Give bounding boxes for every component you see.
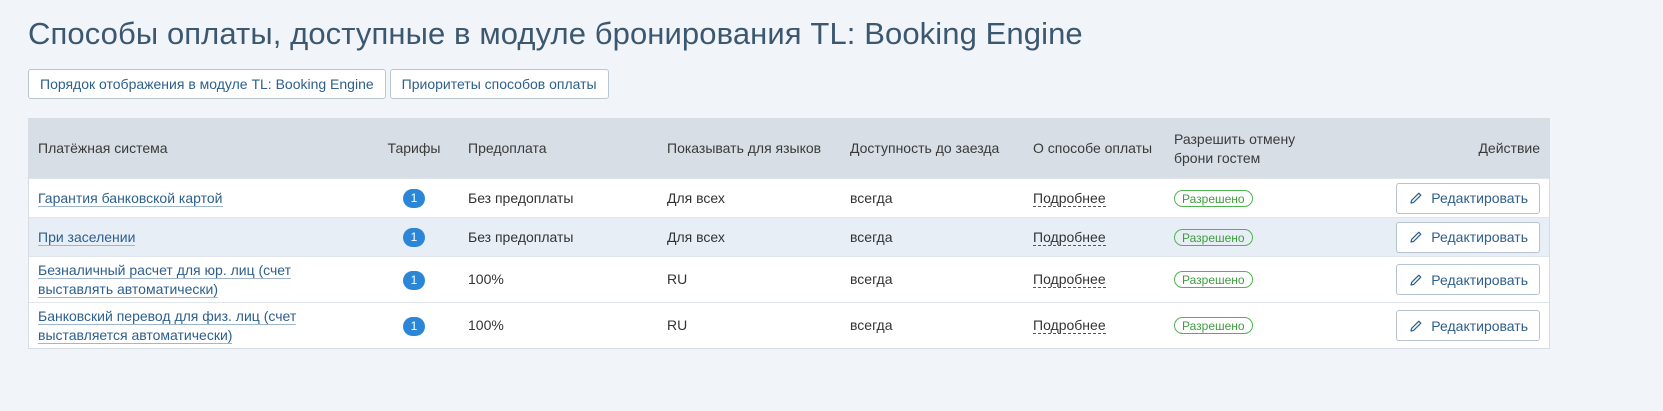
cell-availability: всегда <box>841 217 1024 257</box>
details-link[interactable]: Подробнее <box>1033 189 1106 207</box>
cell-tariffs: 1 <box>369 217 459 257</box>
cell-availability: всегда <box>841 256 1024 303</box>
header-availability: Доступность до заезда <box>841 119 1024 179</box>
pencil-icon <box>1409 273 1423 287</box>
table-header-row: Платёжная система Тарифы Предоплата Пока… <box>29 119 1549 179</box>
cell-about: Подробнее <box>1024 217 1165 257</box>
cell-prepayment: Без предоплаты <box>459 178 658 218</box>
details-link[interactable]: Подробнее <box>1033 271 1106 288</box>
details-link[interactable]: Подробнее <box>1033 228 1106 246</box>
page-title: Способы оплаты, доступные в модуле брони… <box>28 16 1083 51</box>
tab-display-order[interactable]: Порядок отображения в модуле TL: Booking… <box>28 69 386 99</box>
cell-cancel: Разрешено <box>1165 178 1325 218</box>
cell-cancel: Разрешено <box>1165 256 1325 303</box>
tariff-count-badge[interactable]: 1 <box>403 189 425 208</box>
tariff-count-badge[interactable]: 1 <box>403 228 425 247</box>
status-badge: Разрешено <box>1174 228 1253 246</box>
cell-action: Редактировать <box>1325 256 1549 303</box>
edit-button[interactable]: Редактировать <box>1396 310 1540 341</box>
status-badge: Разрешено <box>1174 271 1253 288</box>
status-badge: Разрешено <box>1174 317 1253 334</box>
tariff-count-badge[interactable]: 1 <box>403 316 425 336</box>
cell-action: Редактировать <box>1325 217 1549 257</box>
cell-availability: всегда <box>841 302 1024 348</box>
tab-payment-priorities[interactable]: Приоритеты способов оплаты <box>389 69 609 99</box>
edit-button-label: Редактировать <box>1431 317 1528 334</box>
cell-about: Подробнее <box>1024 178 1165 218</box>
cell-languages: Для всех <box>658 178 841 218</box>
edit-button-label: Редактировать <box>1431 271 1528 288</box>
cell-about: Подробнее <box>1024 302 1165 348</box>
header-cancel: Разрешить отмену брони гостем <box>1165 119 1325 179</box>
cell-tariffs: 1 <box>369 178 459 218</box>
payment-system-link[interactable]: При заселении <box>38 228 136 246</box>
table-row: Гарантия банковской картой 1 Без предопл… <box>29 178 1549 218</box>
header-system: Платёжная система <box>29 119 369 179</box>
payment-system-link-line1[interactable]: Безналичный расчет для юр. лиц (счет <box>38 261 292 279</box>
header-tariffs: Тарифы <box>369 119 459 179</box>
cell-languages: RU <box>658 256 841 303</box>
cell-tariffs: 1 <box>369 256 459 303</box>
cell-system: Банковский перевод для физ. лиц (счет выс… <box>29 302 369 348</box>
cell-action: Редактировать <box>1325 302 1549 348</box>
view-tabs: Порядок отображения в модуле TL: Booking… <box>28 69 1635 99</box>
edit-button[interactable]: Редактировать <box>1396 221 1540 253</box>
header-about: О способе оплаты <box>1024 119 1165 179</box>
payment-system-link-line1[interactable]: Банковский перевод для физ. лиц (счет <box>38 307 297 325</box>
cell-about: Подробнее <box>1024 256 1165 303</box>
payment-system-link[interactable]: Гарантия банковской картой <box>38 189 223 207</box>
details-link[interactable]: Подробнее <box>1033 317 1106 334</box>
table-row: Банковский перевод для физ. лиц (счет выс… <box>29 302 1549 348</box>
cell-cancel: Разрешено <box>1165 302 1325 348</box>
cell-system: Гарантия банковской картой <box>29 178 369 218</box>
pencil-icon <box>1409 191 1423 205</box>
cell-languages: RU <box>658 302 841 348</box>
cell-cancel: Разрешено <box>1165 217 1325 257</box>
header-cancel-line2: брони гостем <box>1174 149 1261 166</box>
header-action: Действие <box>1325 119 1549 179</box>
edit-button[interactable]: Редактировать <box>1396 264 1540 295</box>
cell-system: Безналичный расчет для юр. лиц (счет выст… <box>29 256 369 303</box>
header-languages: Показывать для языков <box>658 119 841 179</box>
edit-button-label: Редактировать <box>1431 190 1528 206</box>
edit-button[interactable]: Редактировать <box>1396 182 1540 214</box>
table-row: При заселении 1 Без предоплаты Для всех … <box>29 217 1549 257</box>
cell-languages: Для всех <box>658 217 841 257</box>
payment-system-link-line2[interactable]: выставлять автоматически) <box>38 280 218 298</box>
payment-system-link-line2[interactable]: выставляется автоматически) <box>38 326 233 344</box>
status-badge: Разрешено <box>1174 189 1253 207</box>
pencil-icon <box>1409 319 1423 333</box>
cell-availability: всегда <box>841 178 1024 218</box>
header-prepayment: Предоплата <box>459 119 658 179</box>
header-cancel-line1: Разрешить отмену <box>1174 130 1296 147</box>
cell-tariffs: 1 <box>369 302 459 348</box>
cell-prepayment: Без предоплаты <box>459 217 658 257</box>
table-row: Безналичный расчет для юр. лиц (счет выст… <box>29 256 1549 303</box>
cell-prepayment: 100% <box>459 256 658 303</box>
payment-methods-table: Платёжная система Тарифы Предоплата Пока… <box>28 118 1550 349</box>
page: Способы оплаты, доступные в модуле брони… <box>0 0 1663 349</box>
edit-button-label: Редактировать <box>1431 229 1528 245</box>
pencil-icon <box>1409 230 1423 244</box>
cell-prepayment: 100% <box>459 302 658 348</box>
tariff-count-badge[interactable]: 1 <box>403 270 425 290</box>
cell-system: При заселении <box>29 217 369 257</box>
cell-action: Редактировать <box>1325 178 1549 218</box>
